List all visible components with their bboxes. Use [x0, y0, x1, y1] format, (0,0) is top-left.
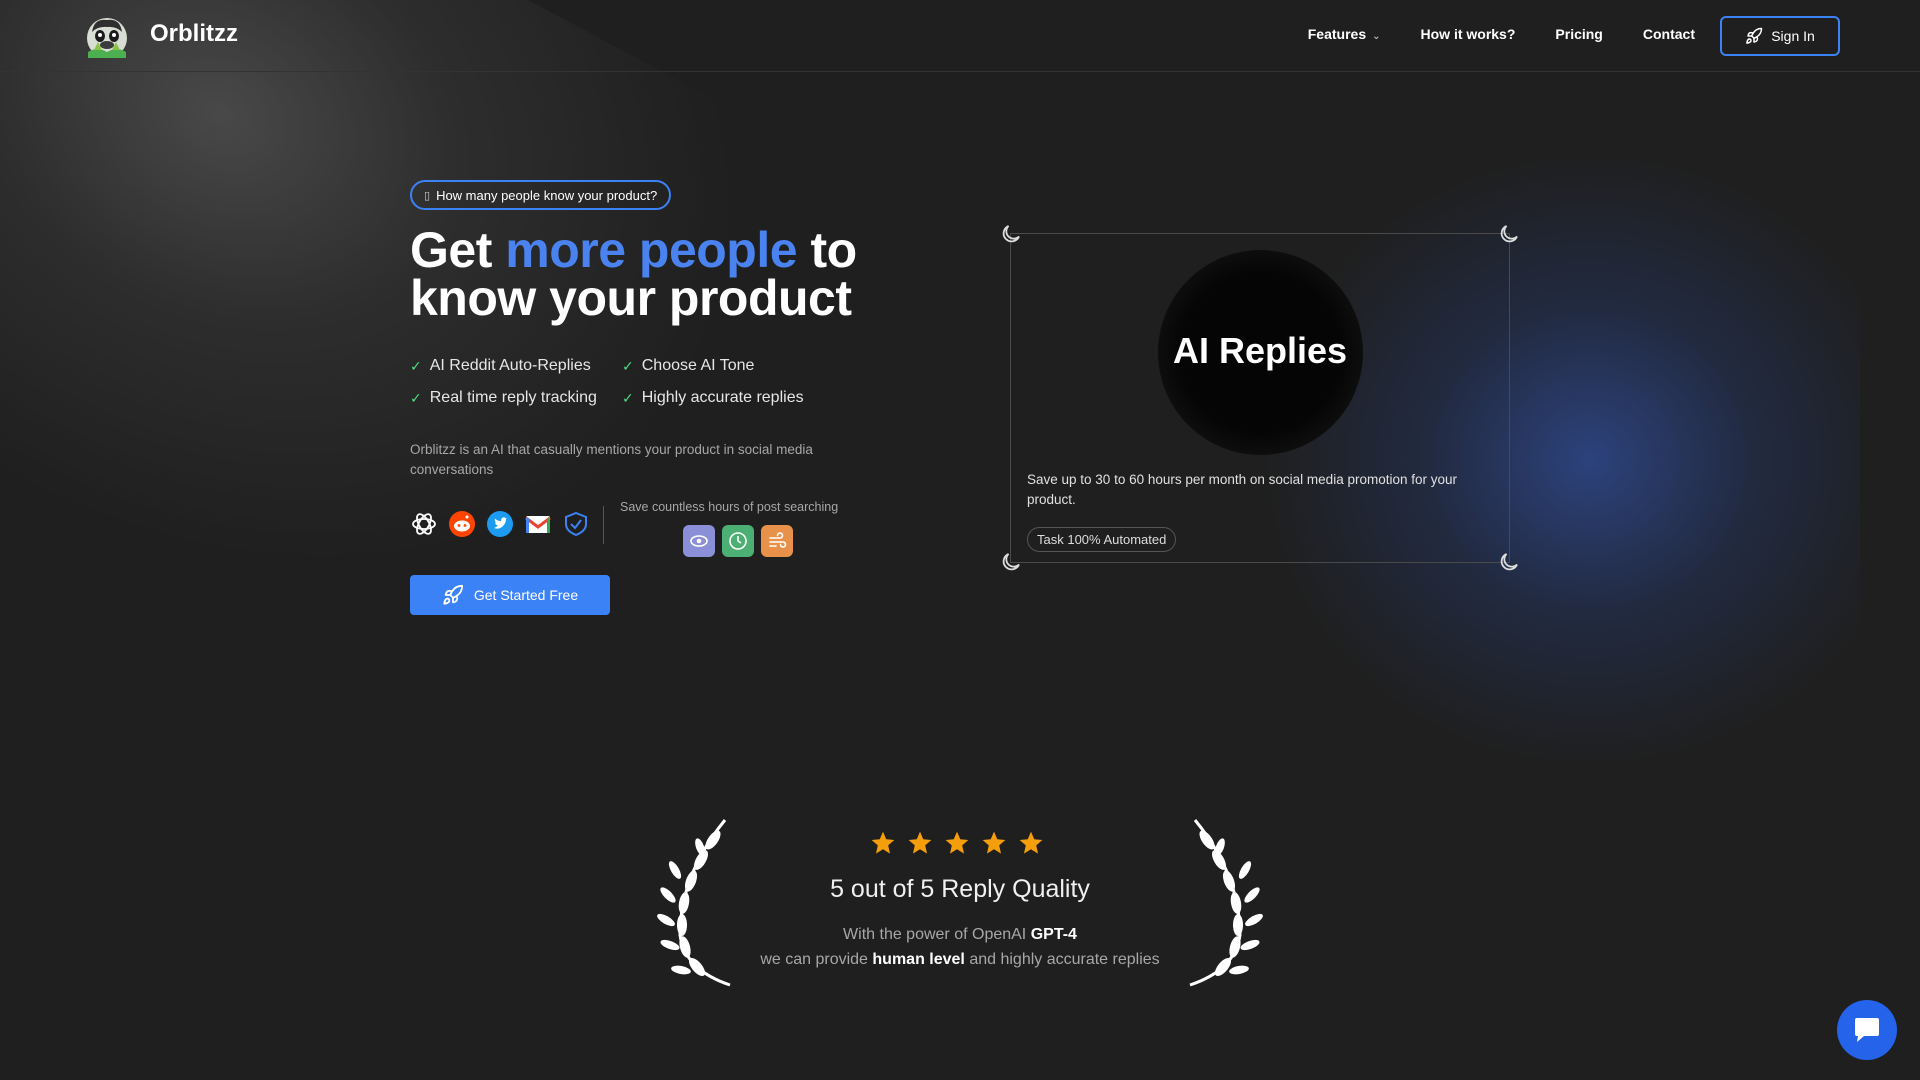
chat-bubble-icon	[1855, 1018, 1879, 1042]
line2-bold: human level	[872, 951, 965, 968]
feature-item: ✓ AI Reddit Auto-Replies	[410, 356, 622, 376]
wind-icon	[761, 525, 793, 557]
chat-widget-button[interactable]	[1837, 1000, 1897, 1060]
rating-stars	[870, 830, 1044, 856]
brand-name[interactable]: Orblitzz	[150, 20, 238, 48]
eye-icon	[683, 525, 715, 557]
feature-list: ✓ AI Reddit Auto-Replies ✓ Choose AI Tone …	[410, 356, 850, 408]
star-icon	[908, 831, 932, 854]
nav-pricing[interactable]: Pricing	[1555, 26, 1602, 42]
rocket-icon	[443, 584, 463, 605]
benefit-icons	[683, 525, 793, 557]
check-icon: ✓	[410, 357, 422, 374]
hero-headline: Get more people to know your product	[410, 225, 930, 323]
get-started-label: Get Started Free	[473, 587, 579, 603]
shield-check-icon	[565, 511, 587, 537]
feature-label: AI Reddit Auto-Replies	[429, 357, 591, 374]
question-icon: ▯	[424, 189, 431, 202]
reply-quality-description: With the power of OpenAI GPT-4 we can pr…	[660, 922, 1260, 972]
question-pill-text: How many people know your product?	[436, 187, 658, 203]
nav-features[interactable]: Features ⌄	[1308, 26, 1381, 42]
check-icon: ✓	[622, 389, 634, 406]
get-started-button[interactable]: Get Started Free	[410, 575, 610, 615]
card-description: Save up to 30 to 60 hours per month on s…	[1027, 472, 1457, 507]
nav-contact[interactable]: Contact	[1643, 26, 1695, 42]
power-model: GPT-4	[1030, 926, 1077, 943]
twitter-icon	[487, 511, 513, 537]
reply-quality-heading: 5 out of 5 Reply Quality	[830, 875, 1090, 903]
star-icon	[1019, 831, 1043, 854]
moon-icon	[999, 550, 1023, 574]
nav-features-label: Features	[1307, 26, 1367, 42]
save-hours-label: Save countless hours of post searching	[620, 500, 839, 514]
check-icon: ✓	[410, 389, 422, 406]
reddit-icon	[449, 511, 475, 537]
hero-description: Orblitzz is an AI that casually mentions…	[410, 442, 813, 477]
automation-badge: Task 100% Automated	[1027, 527, 1177, 552]
power-prefix: With the power of OpenAI	[843, 926, 1031, 943]
feature-label: Highly accurate replies	[641, 389, 804, 406]
star-icon	[871, 831, 895, 854]
chevron-down-icon: ⌄	[1372, 31, 1381, 42]
feature-item: ✓ Real time reply tracking	[410, 388, 622, 408]
nav-how-it-works[interactable]: How it works?	[1421, 26, 1516, 42]
moon-icon	[1497, 222, 1521, 246]
star-icon	[982, 831, 1006, 854]
card-title: AI Replies	[1172, 330, 1348, 371]
feature-label: Choose AI Tone	[641, 357, 755, 374]
clock-icon	[722, 525, 754, 557]
feature-label: Real time reply tracking	[429, 389, 597, 406]
sign-in-label: Sign In	[1771, 28, 1815, 44]
check-icon: ✓	[622, 357, 634, 374]
line2-suffix: and highly accurate replies	[964, 951, 1160, 968]
logos-divider	[603, 506, 604, 544]
integration-logos	[410, 510, 590, 538]
brand-logo-icon[interactable]	[82, 12, 132, 60]
question-pill: ▯ How many people know your product?	[410, 180, 672, 210]
main-nav: Features ⌄ How it works? Pricing Contact	[1308, 26, 1695, 42]
sign-in-button[interactable]: Sign In	[1720, 16, 1840, 56]
feature-item: ✓ Highly accurate replies	[622, 388, 842, 408]
star-icon	[945, 831, 969, 854]
line2-prefix: we can provide	[760, 951, 873, 968]
top-navbar: Orblitzz Features ⌄ How it works? Pricing…	[0, 0, 1920, 72]
moon-icon	[999, 222, 1023, 246]
openai-icon	[412, 513, 436, 535]
moon-icon	[1497, 550, 1521, 574]
gmail-icon	[525, 516, 551, 533]
rocket-icon	[1746, 27, 1763, 44]
feature-item: ✓ Choose AI Tone	[622, 356, 842, 376]
